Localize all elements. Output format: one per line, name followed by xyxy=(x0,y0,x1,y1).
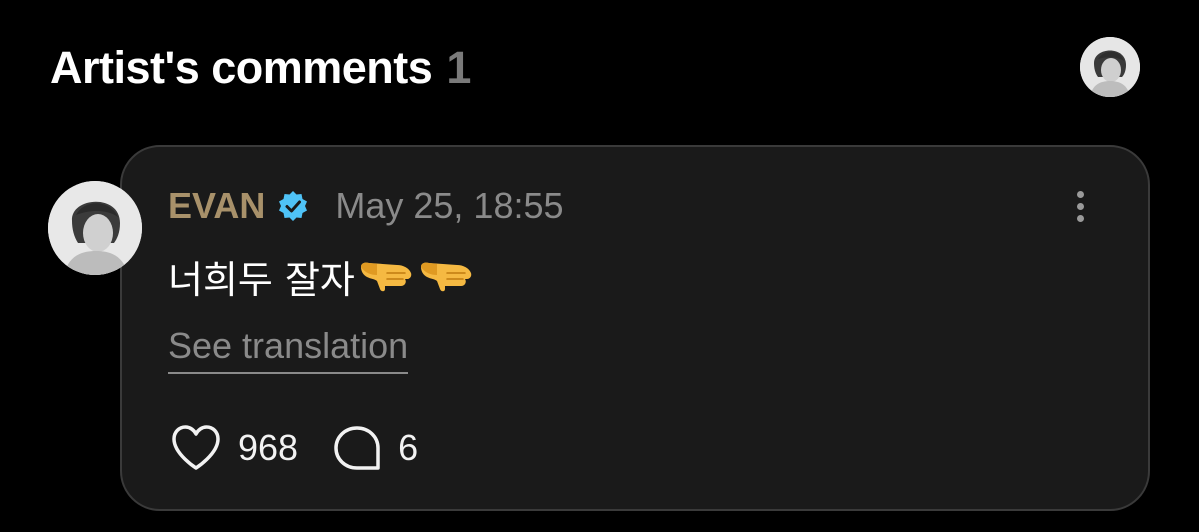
reply-count: 6 xyxy=(398,427,419,468)
pointing-down-hand-icon xyxy=(360,262,412,292)
comment-actions: 968 6 xyxy=(170,424,418,472)
header-avatar[interactable] xyxy=(1080,37,1140,97)
page-title-label: Artist's comments xyxy=(50,42,433,93)
artist-comments-page: Artist's comments 1 EVAN May 25, 18:55 너… xyxy=(0,0,1199,532)
more-dot xyxy=(1076,190,1084,198)
more-dot xyxy=(1076,214,1084,222)
see-translation-link[interactable]: See translation xyxy=(168,324,409,374)
like-count: 968 xyxy=(238,427,299,468)
like-button[interactable]: 968 xyxy=(170,424,298,472)
author-avatar[interactable] xyxy=(48,181,142,275)
comment-text: 너희두 잘자 xyxy=(168,257,355,302)
more-dot xyxy=(1076,202,1084,210)
author-name[interactable]: EVAN xyxy=(168,185,265,227)
comment-timestamp: May 25, 18:55 xyxy=(335,185,564,226)
comment-body: 너희두 잘자 xyxy=(168,248,475,304)
pointing-down-hand-icon xyxy=(420,262,472,292)
avatar-image xyxy=(48,181,142,275)
verified-badge-icon xyxy=(279,191,308,221)
comment-count: 1 xyxy=(446,42,471,93)
page-title: Artist's comments 1 xyxy=(50,40,471,96)
avatar-image xyxy=(1080,37,1140,97)
more-options-icon[interactable] xyxy=(1062,184,1098,228)
comment-bubble-icon xyxy=(334,426,380,470)
reply-button[interactable]: 6 xyxy=(332,424,418,472)
comment-meta: EVAN May 25, 18:55 xyxy=(168,184,564,228)
heart-icon xyxy=(172,425,220,470)
